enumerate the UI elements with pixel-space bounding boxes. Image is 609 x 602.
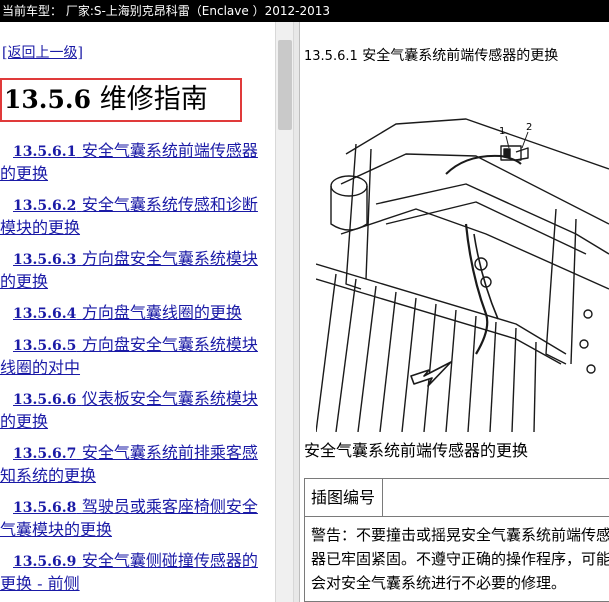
toc-item-number: 13.5.6.2 — [13, 198, 77, 214]
vertical-scrollbar[interactable] — [275, 22, 294, 602]
toc-item-number: 13.5.6.4 — [13, 306, 77, 322]
content-heading-number: 13.5.6.1 — [304, 49, 358, 64]
content-heading-text: 安全气囊系统前端传感器的更换 — [362, 48, 559, 64]
callout-1: 1 — [499, 126, 505, 137]
toc-list: 13.5.6.1 安全气囊系统前端传感器的更换 13.5.6.2 安全气囊系统传… — [0, 140, 272, 602]
toc-item[interactable]: 13.5.6.7 安全气囊系统前排乘客感知系统的更换 — [0, 442, 272, 487]
warning-text: 警告：不要撞击或摇晃安全气囊系统前端传感器已牢固紧固。不遵守正确的操作程序，可能… — [311, 526, 609, 592]
section-number: 13.5.6 — [4, 85, 91, 114]
toc-item[interactable]: 13.5.6.8 驾驶员或乘客座椅侧安全气囊模块的更换 — [0, 496, 272, 541]
section-title-text: 维修指南 — [99, 84, 208, 115]
toc-item[interactable]: 13.5.6.9 安全气囊侧碰撞传感器的更换 - 前侧 — [0, 550, 272, 595]
back-link[interactable]: [返回上一级] — [2, 42, 83, 62]
toc-item[interactable]: 13.5.6.1 安全气囊系统前端传感器的更换 — [0, 140, 272, 185]
content-heading: 13.5.6.1 安全气囊系统前端传感器的更换 — [304, 45, 558, 65]
callout-2: 2 — [526, 122, 532, 133]
toc-item-number: 13.5.6.3 — [13, 252, 77, 268]
figure-caption: 安全气囊系统前端传感器的更换 — [304, 441, 529, 460]
navigation-pane: [返回上一级] 13.5.6 维修指南 13.5.6.1 安全气囊系统前端传感器… — [0, 22, 275, 602]
toc-item[interactable]: 13.5.6.5 方向盘安全气囊系统模块线圈的对中 — [0, 334, 272, 379]
toc-item-number: 13.5.6.8 — [13, 500, 77, 516]
table-header-cell: 插图编号 — [305, 479, 383, 517]
section-title: 13.5.6 维修指南 — [0, 78, 242, 122]
toc-item-number: 13.5.6.9 — [13, 554, 77, 570]
toc-item[interactable]: 13.5.6.3 方向盘安全气囊系统模块的更换 — [0, 248, 272, 293]
toc-item-number: 13.5.6.7 — [13, 446, 77, 462]
toc-item-number: 13.5.6.5 — [13, 338, 77, 354]
info-table: 插图编号 警告：不要撞击或摇晃安全气囊系统前端传感器已牢固紧固。不遵守正确的操作… — [304, 478, 609, 602]
toc-item-number: 13.5.6.1 — [13, 144, 77, 160]
table-header-row: 插图编号 — [305, 479, 609, 517]
toc-item-number: 13.5.6.6 — [13, 392, 77, 408]
sensor-diagram: 1 2 — [316, 118, 609, 432]
toc-item-text: 方向盘气囊线圈的更换 — [81, 303, 242, 322]
content-pane: 13.5.6.1 安全气囊系统前端传感器的更换 1 2 安全气囊系统前端传感器的… — [300, 22, 609, 602]
toc-item[interactable]: 13.5.6.2 安全气囊系统传感和诊断模块的更换 — [0, 194, 272, 239]
toc-item[interactable]: 13.5.6.6 仪表板安全气囊系统模块的更换 — [0, 388, 272, 433]
title-bar: 当前车型： 厂家:S-上海别克昂科雷（Enclave ）2012-2013 — [0, 0, 609, 22]
toc-item[interactable]: 13.5.6.4 方向盘气囊线圈的更换 — [0, 302, 272, 325]
scrollbar-thumb[interactable] — [278, 40, 292, 130]
